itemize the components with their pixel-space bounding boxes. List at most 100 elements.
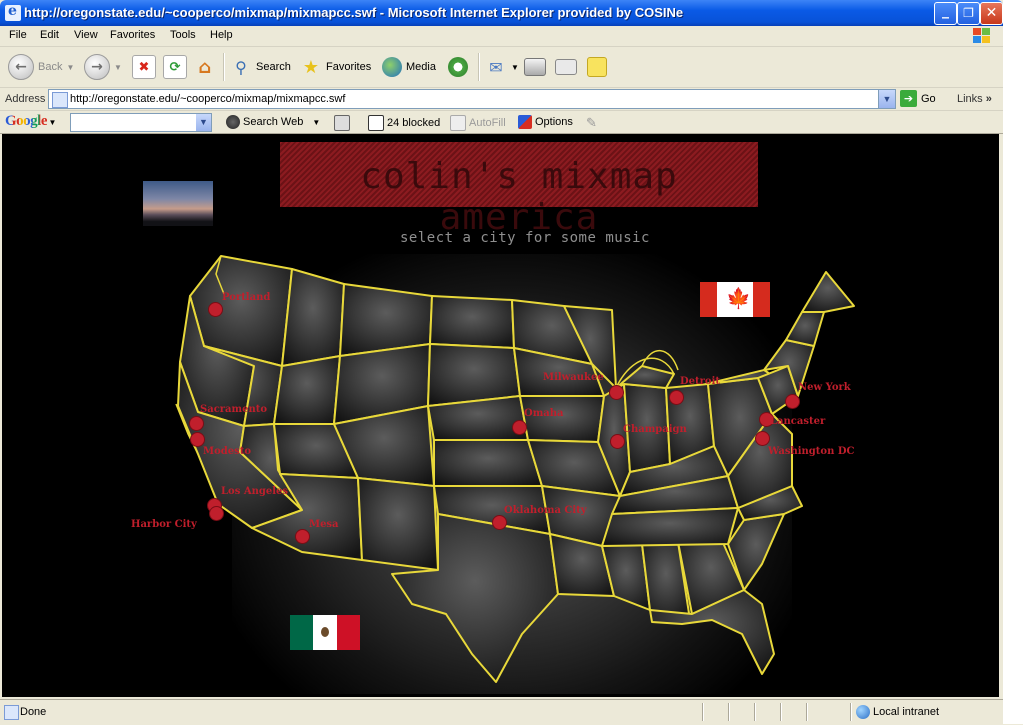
forward-button[interactable]: → ▼ [84, 53, 122, 81]
edit-button[interactable] [555, 53, 577, 81]
chevron-right-icon: » [985, 93, 992, 105]
search-web-dropdown-icon[interactable]: ▼ [312, 118, 320, 127]
city-dot-detroit[interactable] [669, 390, 684, 405]
google-logo-text: Google [5, 113, 48, 129]
address-dropdown-icon[interactable]: ▼ [878, 90, 895, 108]
city-label-oklahoma-city[interactable]: Oklahoma City [504, 505, 587, 516]
city-label-omaha[interactable]: Omaha [524, 408, 564, 419]
back-arrow-icon: ← [8, 54, 34, 80]
city-dot-milwaukee[interactable] [609, 385, 624, 400]
blocked-count: 24 blocked [387, 117, 441, 129]
flash-content[interactable]: colin's mixmap america select a city for… [2, 134, 999, 697]
menu-bar: File Edit View Favorites Tools Help [0, 26, 1003, 47]
city-label-mesa[interactable]: Mesa [309, 519, 339, 530]
mexico-flag[interactable] [290, 615, 360, 650]
city-label-lancaster[interactable]: Lancaster [770, 416, 825, 427]
address-input[interactable]: http://oregonstate.edu/~cooperco/mixmap/… [48, 89, 896, 109]
menu-help[interactable]: Help [210, 29, 233, 41]
search-web-label: Search Web [243, 116, 304, 128]
menu-tools[interactable]: Tools [170, 29, 196, 41]
mail-icon: ✉ [489, 57, 503, 77]
search-icon: ⚲ [235, 57, 247, 77]
mail-button[interactable]: ✉ ▼ [485, 53, 519, 81]
discuss-button[interactable] [587, 53, 607, 81]
refresh-icon: ⟳ [163, 55, 187, 79]
stop-icon: ✖ [132, 55, 156, 79]
city-label-new-york[interactable]: New York [798, 382, 851, 393]
windows-logo-icon [972, 27, 992, 45]
home-button[interactable]: ⌂ [194, 53, 216, 81]
refresh-button[interactable]: ⟳ [163, 53, 187, 81]
city-label-sacramento[interactable]: Sacramento [200, 404, 267, 415]
city-dot-mesa[interactable] [295, 529, 310, 544]
highlight-button[interactable]: ✎ [586, 115, 597, 131]
favorites-label: Favorites [326, 61, 372, 73]
minimize-button[interactable]: _ [934, 2, 957, 25]
city-dot-harbor-city[interactable] [209, 506, 224, 521]
standard-toolbar: ← Back ▼ → ▼ ✖ ⟳ ⌂ ⚲ Search ★ Favorites … [0, 47, 1003, 88]
menu-file[interactable]: File [9, 29, 27, 41]
print-button[interactable] [524, 53, 546, 81]
minimize-icon: _ [942, 3, 949, 19]
city-label-harbor-city[interactable]: Harbor City [131, 519, 197, 530]
city-dot-modesto[interactable] [190, 432, 205, 447]
search-web-button[interactable]: Search Web ▼ [226, 115, 320, 129]
back-label: Back [38, 61, 63, 73]
city-label-los-angeles[interactable]: Los Angeles [221, 486, 288, 497]
google-logo[interactable]: Google ▼ [5, 113, 56, 130]
address-bar: Address http://oregonstate.edu/~cooperco… [0, 88, 1003, 111]
go-button[interactable]: ➔ Go [900, 90, 936, 107]
restore-button[interactable]: ❐ [957, 2, 980, 25]
stop-button[interactable]: ✖ [132, 53, 156, 81]
close-button[interactable]: ✕ [980, 2, 1003, 25]
security-zone[interactable]: Local intranet [856, 705, 939, 719]
forward-arrow-icon: → [84, 54, 110, 80]
popup-blocker-button[interactable]: 24 blocked [368, 115, 440, 131]
city-label-champaign[interactable]: Champaign [623, 424, 687, 435]
city-dot-portland[interactable] [208, 302, 223, 317]
city-label-portland[interactable]: Portland [222, 292, 270, 303]
favorites-button[interactable]: ★ Favorites [300, 53, 371, 81]
mail-dropdown-icon[interactable]: ▼ [511, 63, 519, 72]
back-button[interactable]: ← Back ▼ [8, 53, 74, 81]
back-dropdown-icon[interactable]: ▼ [66, 63, 74, 72]
city-label-milwaukee[interactable]: Milwaukee [543, 372, 604, 383]
forward-dropdown-icon[interactable]: ▼ [114, 63, 122, 72]
city-dot-champaign[interactable] [610, 434, 625, 449]
home-icon: ⌂ [198, 56, 212, 78]
city-dot-omaha[interactable] [512, 420, 527, 435]
menu-edit[interactable]: Edit [40, 29, 59, 41]
autofill-button[interactable]: AutoFill [450, 115, 506, 131]
search-button[interactable]: ⚲ Search [230, 53, 291, 81]
city-dot-new-york[interactable] [785, 394, 800, 409]
menu-favorites[interactable]: Favorites [110, 29, 155, 41]
options-icon [518, 115, 532, 129]
google-search-input[interactable]: ▼ [70, 113, 212, 132]
canada-flag[interactable]: 🍁 [700, 282, 770, 317]
news-button[interactable] [334, 115, 350, 131]
menu-view[interactable]: View [74, 29, 98, 41]
media-button[interactable]: Media [382, 53, 436, 81]
title-bar[interactable]: http://oregonstate.edu/~cooperco/mixmap/… [0, 0, 1003, 26]
address-url[interactable]: http://oregonstate.edu/~cooperco/mixmap/… [70, 93, 345, 105]
links-button[interactable]: Links » [957, 93, 992, 105]
news-icon [334, 115, 350, 131]
popup-blocker-icon [368, 115, 384, 131]
options-button[interactable]: Options [518, 115, 573, 129]
mexico-emblem-icon [321, 627, 329, 637]
intranet-globe-icon [856, 705, 870, 719]
state-outlines [177, 255, 855, 683]
city-label-detroit[interactable]: Detroit [680, 376, 720, 387]
city-label-modesto[interactable]: Modesto [203, 446, 251, 457]
google-search-dropdown-icon[interactable]: ▼ [196, 114, 211, 131]
city-dot-oklahoma-city[interactable] [492, 515, 507, 530]
search-label: Search [256, 61, 291, 73]
binoculars-icon [226, 115, 240, 129]
city-label-washington-dc[interactable]: Washington DC [768, 446, 854, 457]
google-toolbar: Google ▼ ▼ Search Web ▼ 24 blocked AutoF… [0, 111, 1003, 134]
history-button[interactable] [448, 53, 468, 81]
city-dot-washington-dc[interactable] [755, 431, 770, 446]
page-icon [52, 92, 68, 108]
autofill-icon [450, 115, 466, 131]
city-dot-sacramento[interactable] [189, 416, 204, 431]
